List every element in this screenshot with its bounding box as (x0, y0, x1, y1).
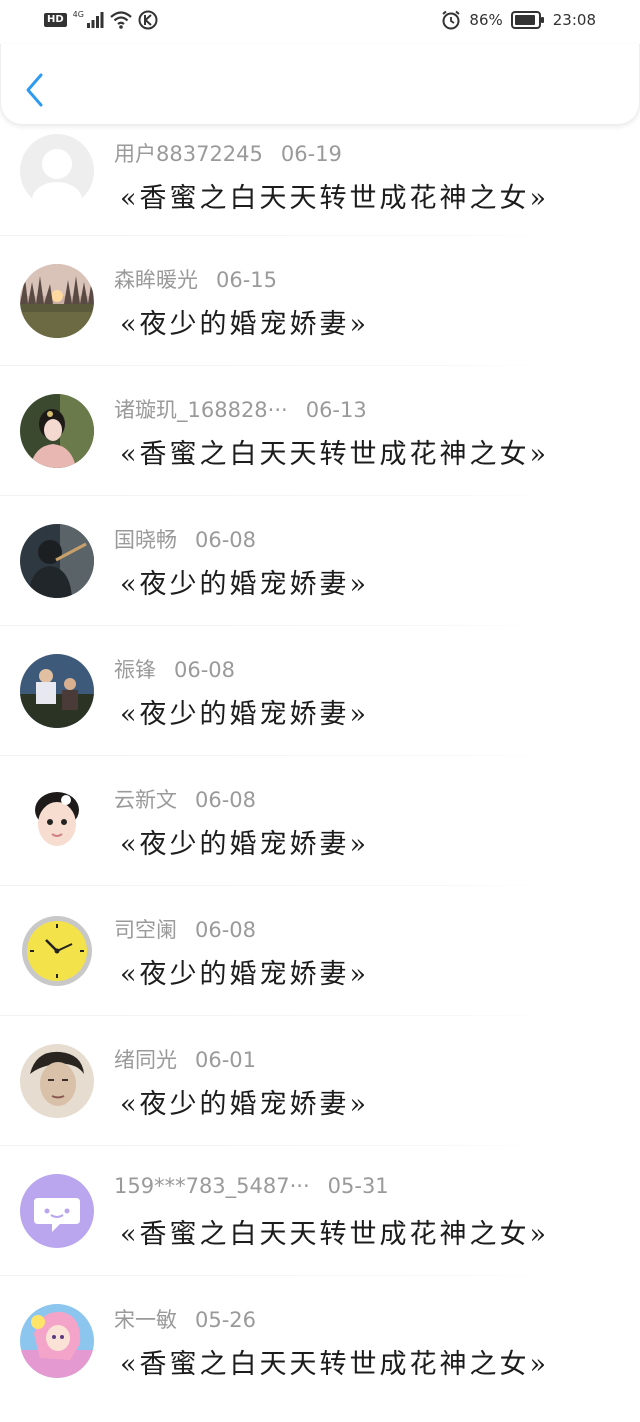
item-meta: 159***783_5487··· 05-31 (114, 1174, 389, 1198)
list-item[interactable]: 宋一敏 05-26 «香蜜之白天天转世成花神之女» (0, 1276, 640, 1406)
item-date: 06-13 (305, 398, 367, 422)
list-item[interactable]: 云新文 06-08 «夜少的婚宠娇妻» (0, 756, 640, 886)
wifi-icon (110, 11, 132, 29)
item-date: 05-26 (195, 1308, 257, 1332)
list-item[interactable]: 绪同光 06-01 «夜少的婚宠娇妻» (0, 1016, 640, 1146)
clock-time: 23:08 (552, 11, 596, 29)
chevron-left-icon (26, 73, 43, 107)
list-item[interactable]: 用户88372245 06-19 «香蜜之白天天转世成花神之女» (0, 124, 640, 236)
user-name[interactable]: 国晓畅 (114, 528, 177, 552)
item-meta: 诸璇玑_168828··· 06-13 (114, 394, 367, 424)
sunset-forest-avatar[interactable] (20, 264, 94, 338)
item-message: «夜少的婚宠娇妻» (120, 569, 370, 600)
item-meta: 宋一敏 05-26 (114, 1304, 256, 1334)
item-date: 06-08 (195, 528, 257, 552)
user-name[interactable]: 绪同光 (114, 1048, 177, 1072)
item-message: «夜少的婚宠娇妻» (120, 309, 370, 340)
item-date: 06-08 (174, 658, 236, 682)
item-date: 06-08 (195, 788, 257, 812)
item-meta: 用户88372245 06-19 (114, 138, 342, 168)
user-name[interactable]: 宋一敏 (114, 1308, 177, 1332)
man-portrait-avatar[interactable] (20, 1044, 94, 1118)
hd-badge: HD (44, 13, 67, 27)
message-list: 用户88372245 06-19 «香蜜之白天天转世成花神之女» 森眸暖光 06-1… (0, 124, 640, 1406)
network-type: 4G (72, 9, 84, 19)
user-name[interactable]: 司空阑 (114, 918, 177, 942)
battery-percent: 86% (469, 11, 503, 29)
list-item[interactable]: 159***783_5487··· 05-31 «香蜜之白天天转世成花神之女» (0, 1146, 640, 1276)
costume-woman-avatar[interactable] (20, 394, 94, 468)
item-message: «夜少的婚宠娇妻» (120, 959, 370, 990)
list-item[interactable]: 国晓畅 06-08 «夜少的婚宠娇妻» (0, 496, 640, 626)
item-meta: 森眸暖光 06-15 (114, 264, 277, 294)
back-button[interactable] (21, 72, 51, 108)
item-date: 06-01 (195, 1048, 257, 1072)
item-message: «香蜜之白天天转世成花神之女» (120, 1219, 550, 1250)
item-message: «香蜜之白天天转世成花神之女» (120, 1349, 550, 1380)
item-date: 06-15 (216, 268, 278, 292)
list-item[interactable]: 司空阑 06-08 «夜少的婚宠娇妻» (0, 886, 640, 1016)
item-message: «夜少的婚宠娇妻» (120, 829, 370, 860)
item-meta: 祳锋 06-08 (114, 654, 235, 684)
outdoor-people-avatar[interactable] (20, 654, 94, 728)
item-meta: 国晓畅 06-08 (114, 524, 256, 554)
purple-chat-avatar[interactable] (20, 1174, 94, 1248)
battery-icon (510, 11, 544, 29)
signal-icon (86, 12, 104, 28)
item-message: «香蜜之白天天转世成花神之女» (120, 439, 550, 470)
status-right: 86% 23:08 (441, 10, 596, 30)
list-item[interactable]: 诸璇玑_168828··· 06-13 «香蜜之白天天转世成花神之女» (0, 366, 640, 496)
yellow-clock-avatar[interactable] (20, 914, 94, 988)
item-date: 05-31 (327, 1174, 389, 1198)
anime-girl-avatar[interactable] (20, 1304, 94, 1378)
item-date: 06-08 (195, 918, 257, 942)
list-item[interactable]: 祳锋 06-08 «夜少的婚宠娇妻» (0, 626, 640, 756)
dark-character-avatar[interactable] (20, 524, 94, 598)
status-bar: HD 4G 86% 23:08 (0, 0, 640, 44)
alarm-icon (442, 10, 461, 30)
user-name[interactable]: 用户88372245 (114, 142, 263, 166)
item-message: «夜少的婚宠娇妻» (120, 699, 370, 730)
item-date: 06-19 (280, 142, 342, 166)
item-meta: 绪同光 06-01 (114, 1044, 256, 1074)
item-meta: 云新文 06-08 (114, 784, 256, 814)
item-message: «夜少的婚宠娇妻» (120, 1089, 370, 1120)
user-name[interactable]: 云新文 (114, 788, 177, 812)
top-header (0, 44, 640, 125)
user-name[interactable]: 159***783_5487··· (114, 1174, 310, 1198)
list-item[interactable]: 森眸暖光 06-15 «夜少的婚宠娇妻» (0, 236, 640, 366)
status-left: HD 4G (44, 10, 158, 30)
item-meta: 司空阑 06-08 (114, 914, 256, 944)
user-name[interactable]: 森眸暖光 (114, 268, 198, 292)
user-name[interactable]: 诸璇玑_168828··· (114, 398, 288, 422)
default-user-avatar[interactable] (20, 134, 94, 208)
item-message: «香蜜之白天天转世成花神之女» (120, 183, 550, 214)
user-name[interactable]: 祳锋 (114, 658, 156, 682)
baby-avatar[interactable] (20, 784, 94, 858)
k-app-icon (138, 10, 158, 30)
